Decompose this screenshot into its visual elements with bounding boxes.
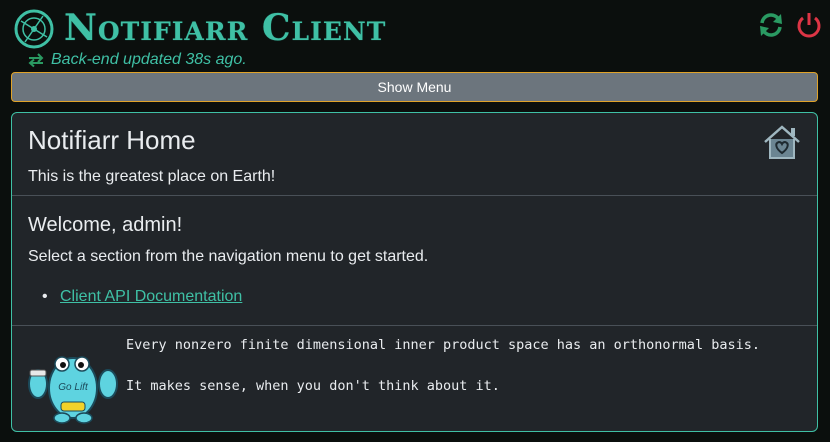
sync-arrows-icon xyxy=(28,53,44,68)
status-text: Back-end updated 38s ago. xyxy=(51,51,247,68)
power-icon[interactable] xyxy=(795,10,823,40)
list-item: Client API Documentation xyxy=(42,288,242,306)
notifiarr-logo-icon xyxy=(14,9,54,49)
gopher-badge-text: Go Lift xyxy=(58,382,89,393)
card-footer: Go Lift Every nonzero finite dimensional… xyxy=(12,326,817,431)
page-subtitle: This is the greatest place on Earth! xyxy=(28,168,276,185)
refresh-icon[interactable] xyxy=(757,11,785,39)
instructions-text: Select a section from the navigation men… xyxy=(28,248,429,265)
doc-links-list: Client API Documentation xyxy=(42,288,242,306)
api-docs-link[interactable]: Client API Documentation xyxy=(60,288,242,305)
show-menu-button[interactable]: Show Menu xyxy=(11,72,818,102)
gopher-lifting-weights-icon: Go Lift xyxy=(28,356,118,424)
welcome-heading: Welcome, admin! xyxy=(28,214,183,236)
page-title: Notifiarr Home xyxy=(28,125,196,155)
quote-line-2: It makes sense, when you don't think abo… xyxy=(126,378,500,394)
home-card: Notifiarr Home This is the greatest plac… xyxy=(11,112,818,432)
card-body: Welcome, admin! Select a section from th… xyxy=(12,196,817,326)
app-title: Notifiarr Client xyxy=(64,7,387,49)
backend-status: Back-end updated 38s ago. xyxy=(27,50,247,70)
card-header: Notifiarr Home This is the greatest plac… xyxy=(12,113,817,196)
quote-line-1: Every nonzero finite dimensional inner p… xyxy=(126,337,760,353)
home-heart-icon xyxy=(764,125,800,159)
app-header: Notifiarr Client Back-end updated 38s ag… xyxy=(0,0,830,72)
